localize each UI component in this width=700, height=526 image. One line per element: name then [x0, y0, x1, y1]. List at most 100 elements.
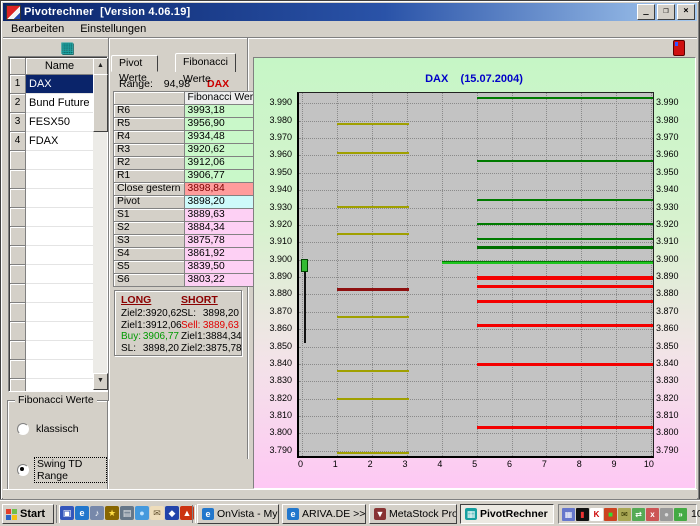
- x-gridline: [407, 93, 408, 456]
- quicklaunch-printer-icon[interactable]: ▤: [120, 506, 134, 520]
- y-tick-label-right: 3.890: [656, 272, 679, 281]
- instrument-name-cell[interactable]: [26, 322, 93, 341]
- instrument-name-cell[interactable]: [26, 341, 93, 360]
- quicklaunch-star-icon[interactable]: ★: [105, 506, 119, 520]
- y-tick-label-left: 3.930: [269, 203, 292, 212]
- quicklaunch-globe-icon[interactable]: ●: [135, 506, 149, 520]
- instrument-name-cell[interactable]: FESX50: [26, 113, 93, 132]
- y-tick-label-right: 3.880: [656, 289, 679, 298]
- y-tick-label-right: 3.960: [656, 150, 679, 159]
- restore-button[interactable]: ❐: [657, 4, 675, 20]
- table-row[interactable]: 2Bund Future: [10, 94, 93, 113]
- instrument-name-cell[interactable]: Bund Future: [26, 94, 93, 113]
- y-tick-label-right: 3.850: [656, 342, 679, 351]
- system-tray: ▦▮K■✉⇄x●» 10:20: [558, 504, 697, 524]
- instrument-name-cell[interactable]: [26, 360, 93, 379]
- table-row[interactable]: [10, 151, 93, 170]
- x-gridline: [477, 93, 478, 456]
- table-row[interactable]: [10, 189, 93, 208]
- instrument-name-cell[interactable]: [26, 265, 93, 284]
- y-tick-label-right: 3.870: [656, 307, 679, 316]
- table-row[interactable]: [10, 170, 93, 189]
- instrument-name-cell[interactable]: DAX: [26, 75, 93, 94]
- table-row[interactable]: 3FESX50: [10, 113, 93, 132]
- short-rows: SL:3898,20Sell:3889,63Ziel1:3884,34Ziel2…: [181, 308, 239, 354]
- tab-fibonacci-werte[interactable]: Fibonacci Werte: [175, 53, 236, 72]
- minimize-button[interactable]: _: [637, 4, 655, 20]
- instrument-name-cell[interactable]: [26, 227, 93, 246]
- scroll-up-icon[interactable]: ▲: [93, 58, 108, 75]
- taskbar-separator[interactable]: [192, 505, 196, 523]
- y-tick-label-left: 3.790: [269, 446, 292, 455]
- instrument-name-cell[interactable]: [26, 170, 93, 189]
- instrument-name-cell[interactable]: [26, 189, 93, 208]
- radio-label: klassisch: [34, 423, 81, 435]
- y-tick-label-left: 3.840: [269, 359, 292, 368]
- scrollbar-thumb[interactable]: [93, 74, 108, 132]
- menu-einstellungen[interactable]: Einstellungen: [73, 22, 153, 37]
- table-row[interactable]: [10, 246, 93, 265]
- instrument-name-cell[interactable]: [26, 284, 93, 303]
- instrument-name-cell[interactable]: [26, 303, 93, 322]
- level-line-klassisch: [337, 316, 409, 318]
- tray-network-icon[interactable]: ⇄: [632, 508, 645, 521]
- tray-update-icon[interactable]: »: [674, 508, 687, 521]
- table-row[interactable]: [10, 322, 93, 341]
- quicklaunch-mail-icon[interactable]: ✉: [150, 506, 164, 520]
- tray-tv-icon[interactable]: ■: [604, 508, 617, 521]
- task-button-pivotrechner[interactable]: ▦PivotRechner: [460, 504, 554, 524]
- table-row[interactable]: 1DAX: [10, 75, 93, 94]
- radio-icon[interactable]: [17, 423, 29, 435]
- exit-power-icon[interactable]: [673, 40, 685, 56]
- tab-pivot-werte[interactable]: Pivot Werte: [111, 55, 158, 72]
- table-row[interactable]: 4FDAX: [10, 132, 93, 151]
- tray-antivirus-icon[interactable]: K: [590, 508, 603, 521]
- fibonacci-table: Fibonacci Werte R63993,18R53956,90R43934…: [113, 91, 266, 287]
- instrument-name-cell[interactable]: [26, 208, 93, 227]
- instrument-name-cell[interactable]: [26, 246, 93, 265]
- table-row[interactable]: [10, 341, 93, 360]
- radio-option-klassisch[interactable]: klassisch: [17, 423, 81, 435]
- radio-option-swing-td-range[interactable]: Swing TD Range: [17, 457, 107, 483]
- task-button-onvista-myonvis[interactable]: eOnVista - MyOnVis...: [197, 504, 279, 524]
- row-number-cell: [10, 284, 26, 303]
- y-tick-label-left: 3.980: [269, 116, 292, 125]
- fib-row-label: S3: [114, 235, 185, 248]
- instrument-name-cell[interactable]: FDAX: [26, 132, 93, 151]
- quicklaunch-ie-icon[interactable]: e: [75, 506, 89, 520]
- tray-app-icon[interactable]: ▦: [562, 508, 575, 521]
- trade-level-value: 3875,78: [205, 343, 241, 355]
- table-row[interactable]: [10, 208, 93, 227]
- table-row[interactable]: [10, 360, 93, 379]
- table-row[interactable]: [10, 284, 93, 303]
- task-button-ariva-de-for[interactable]: eARIVA.DE >> For...: [282, 504, 366, 524]
- calculator-icon[interactable]: ▦: [57, 39, 77, 57]
- quicklaunch-media-icon[interactable]: ♪: [90, 506, 104, 520]
- tray-ticker-icon[interactable]: ▮: [576, 508, 589, 521]
- table-row[interactable]: [10, 379, 93, 391]
- fib-table-row: R63993,18: [114, 105, 266, 118]
- start-button[interactable]: Start: [2, 504, 54, 524]
- instrument-name-cell[interactable]: [26, 379, 93, 391]
- y-tick-label-right: 3.820: [656, 394, 679, 403]
- y-tick-label-right: 3.810: [656, 411, 679, 420]
- table-row[interactable]: [10, 303, 93, 322]
- row-number-header: [10, 58, 26, 75]
- tray-monitor-icon[interactable]: x: [646, 508, 659, 521]
- task-button-metastock-profess[interactable]: ▼MetaStock Profess...: [369, 504, 457, 524]
- table-row[interactable]: [10, 265, 93, 284]
- quicklaunch-app-icon[interactable]: ▣: [60, 506, 74, 520]
- level-line-S2: [477, 285, 653, 288]
- watchlist-scrollbar[interactable]: ▲ ▼: [93, 58, 107, 390]
- trade-level-row: Ziel1:3912,06: [121, 320, 179, 332]
- quicklaunch-book-icon[interactable]: ◆: [165, 506, 179, 520]
- tray-mail-icon[interactable]: ✉: [618, 508, 631, 521]
- menu-bearbeiten[interactable]: Bearbeiten: [4, 22, 71, 37]
- trade-level-row: SL:3898,20: [121, 343, 179, 355]
- radio-icon[interactable]: [17, 464, 29, 476]
- table-row[interactable]: [10, 227, 93, 246]
- close-button[interactable]: ×: [677, 4, 695, 20]
- scroll-down-icon[interactable]: ▼: [93, 373, 108, 390]
- tray-clock-icon[interactable]: ●: [660, 508, 673, 521]
- instrument-name-cell[interactable]: [26, 151, 93, 170]
